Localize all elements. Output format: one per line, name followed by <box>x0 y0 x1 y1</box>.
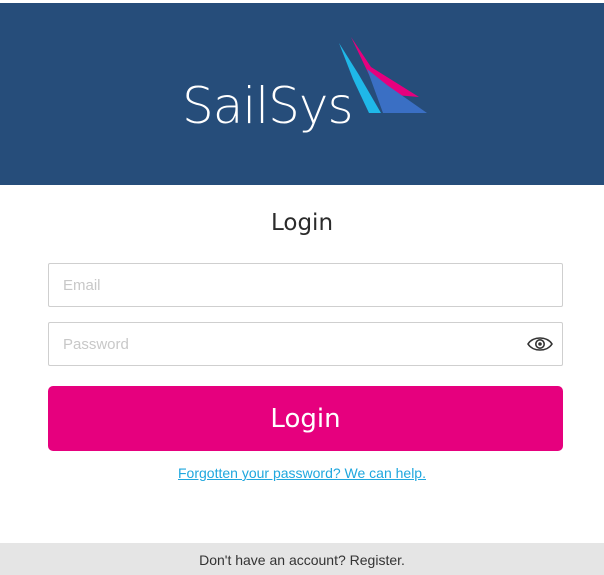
sailsys-logo: SailSys <box>181 37 431 157</box>
eye-icon[interactable] <box>526 334 554 354</box>
forgot-password-container: Forgotten your password? We can help. <box>0 465 604 481</box>
register-link[interactable]: Don't have an account? Register. <box>199 552 405 568</box>
password-input[interactable] <box>49 323 562 365</box>
forgot-password-link[interactable]: Forgotten your password? We can help. <box>178 465 426 481</box>
register-footer: Don't have an account? Register. <box>0 543 604 575</box>
email-field <box>48 263 563 307</box>
login-page: SailSys Login Login Forgotten your passw… <box>0 0 604 575</box>
email-input[interactable] <box>49 264 562 306</box>
sail-icon <box>339 37 427 113</box>
logo-text: SailSys <box>182 77 354 135</box>
login-button[interactable]: Login <box>48 386 563 451</box>
header-banner: SailSys <box>0 3 604 185</box>
page-title: Login <box>270 210 334 236</box>
password-field <box>48 322 563 366</box>
